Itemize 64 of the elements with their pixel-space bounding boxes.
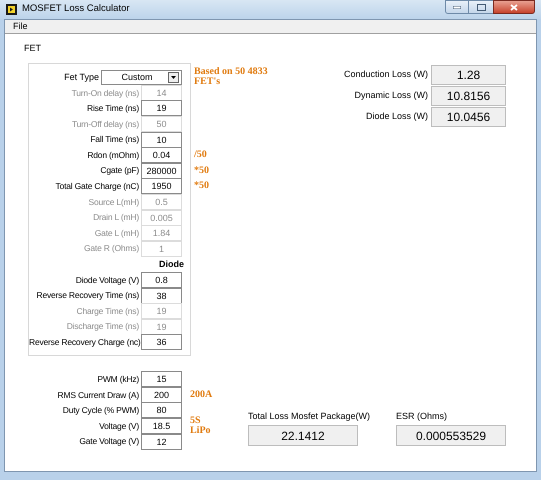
minimize-button[interactable] [445, 0, 469, 14]
field-label: Reverse Recovery Time (ns) [36, 289, 140, 302]
maximize-icon [476, 4, 486, 10]
field-label: Gate L (mH) [94, 226, 140, 240]
field-label: Duty Cycle (% PWM) [62, 404, 140, 417]
field-label: Fall Time (ns) [89, 133, 140, 146]
note-text: 200A [190, 390, 212, 400]
field-label: Diode Voltage (V) [74, 274, 140, 286]
number-field[interactable]: 36 [141, 334, 182, 350]
field-label: Rdon (mOhm) [86, 148, 140, 162]
note-text: *50 [194, 166, 209, 176]
field-label: PWM (kHz) [96, 372, 140, 386]
close-icon [510, 4, 518, 10]
number-field[interactable]: 10 [141, 132, 182, 148]
number-field[interactable]: 0.04 [141, 147, 182, 164]
field-label: Gate Voltage (V) [78, 435, 140, 448]
field-label: Discharge Time (ns) [66, 320, 140, 334]
number-field[interactable]: 80 [141, 402, 182, 418]
result-label: Dynamic Loss (W) [353, 89, 428, 102]
section-heading: Diode [158, 258, 184, 271]
field-label: Charge Time (ns) [76, 304, 140, 318]
number-field[interactable]: 280000 [141, 162, 182, 179]
group-title: FET [24, 42, 42, 55]
number-field[interactable]: 0.8 [141, 272, 182, 288]
menu-item[interactable]: File [13, 20, 28, 34]
field-label: Gate R (Ohms) [82, 242, 140, 256]
number-field[interactable]: 38 [141, 288, 182, 304]
field-label: Drain L (mH) [92, 211, 140, 224]
result-label: Conduction Loss (W) [342, 68, 428, 82]
app-icon [6, 4, 17, 15]
number-field[interactable]: 12 [141, 434, 182, 450]
number-field[interactable]: 19 [141, 100, 182, 116]
field-label: Voltage (V) [98, 420, 140, 432]
result-value: 10.8156 [431, 86, 506, 106]
total-label: Total Loss Mosfet Package(W) [248, 410, 370, 423]
total-value: 0.000553529 [396, 425, 506, 446]
close-button[interactable] [493, 0, 535, 14]
result-label: Diode Loss (W) [364, 110, 428, 124]
field-label: Total Gate Charge (nC) [54, 180, 140, 193]
note-text: *50 [194, 181, 209, 192]
note-text: /50 [194, 150, 207, 160]
field-label: Source L(mH) [87, 196, 140, 208]
result-value: 10.0456 [431, 107, 506, 127]
window-title: MOSFET Loss Calculator [22, 2, 130, 16]
number-field[interactable]: 1950 [141, 178, 182, 194]
field-label: Cgate (pF) [99, 164, 140, 178]
field-label: RMS Current Draw (A) [56, 388, 140, 402]
note-text: Based on 50 4833 FET's [194, 67, 268, 88]
field-label: Fet Type [63, 70, 100, 84]
minimize-icon [453, 6, 461, 8]
note-text: 5S LiPo [190, 416, 211, 436]
fet-type-dropdown[interactable]: Custom [101, 70, 182, 85]
field-label: Turn-Off delay (ns) [70, 118, 140, 130]
number-field[interactable]: 15 [141, 371, 182, 388]
maximize-button[interactable] [469, 0, 493, 14]
caret-icon [168, 72, 179, 83]
field-label: Reverse Recovery Charge (nc) [29, 336, 141, 349]
total-label: ESR (Ohms) [396, 410, 448, 423]
field-label: Turn-On delay (ns) [70, 86, 140, 100]
number-field[interactable]: 18.5 [141, 418, 182, 434]
field-label: Rise Time (ns) [86, 102, 140, 115]
number-field[interactable]: 200 [141, 386, 182, 403]
total-value: 22.1412 [248, 425, 358, 446]
result-value: 1.28 [431, 65, 506, 85]
